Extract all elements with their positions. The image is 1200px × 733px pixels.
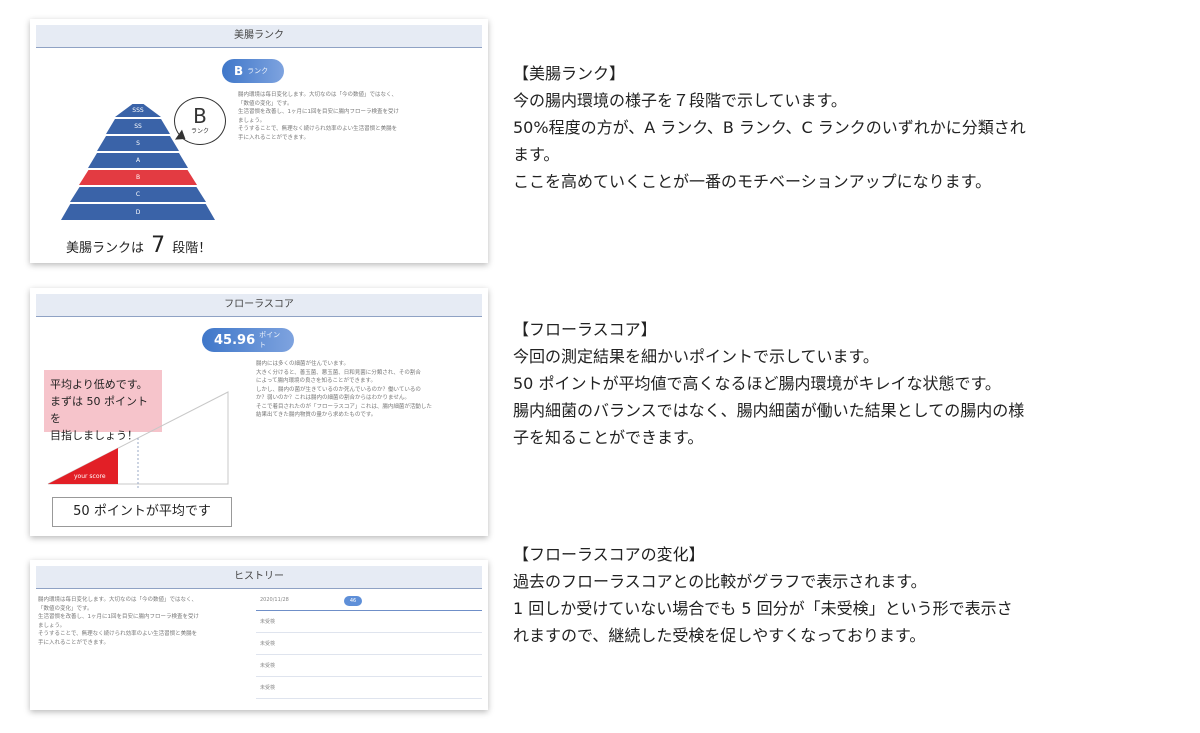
rank-bottom-label: 美腸ランクは 7 段階！ [66, 233, 212, 258]
bubble-letter: B [193, 104, 207, 128]
explain-rank: 【美腸ランク】 今の腸内環境の様子を７段階で示しています。 50%程度の方が、A… [513, 60, 1173, 195]
explain-line: 50%程度の方が、A ランク、B ランク、C ランクのいずれかに分類され [513, 118, 1026, 137]
history-description: 腸内環境は毎日変化します。大切なのは「今の数値」ではなく、 「数値の変化」です。… [38, 597, 200, 646]
average-callout: 50 ポイントが平均です [52, 497, 232, 527]
explain-line: 1 回しか受けていない場合でも 5 回分が「未受検」という形で表示さ [513, 599, 1013, 618]
explain-line: 子を知ることができます。 [513, 428, 704, 447]
history-row[interactable]: 未受検 [256, 612, 482, 633]
flora-score-card: フローラスコア 45.96 ポイント 平均より低めです。 まずは 50 ポイント… [30, 288, 488, 536]
explain-line: 過去のフローラスコアとの比較がグラフで表示されます。 [513, 572, 927, 591]
card-header: ヒストリー [36, 566, 482, 589]
explain-flora-history: 【フローラスコアの変化】 過去のフローラスコアとの比較がグラフで表示されます。 … [513, 541, 1173, 649]
pyramid-layer: B [79, 170, 197, 185]
pyramid-layer: A [88, 153, 188, 168]
rank-pyramid: SSS SS S A B C D [30, 19, 260, 263]
score-description: 腸内には多くの細菌が住んでいます。 大きく分けると、善玉菌、悪玉菌、日和見菌に分… [256, 361, 432, 418]
pyramid-layer: D [61, 204, 215, 220]
your-score-label: your score [74, 473, 106, 480]
bichou-rank-card: 美腸ランク B ランク SSS SS S A B C D B ランク 美腸ランク… [30, 19, 488, 263]
explain-line: 今回の測定結果を細かいポイントで示しています。 [513, 347, 879, 366]
explain-line: れますので、継続した受検を促しやすくなっております。 [513, 626, 926, 645]
explain-title: 【フローラスコア】 [513, 320, 657, 339]
rank-description: 腸内環境は毎日変化します。大切なのは「今の数値」ではなく、 「数値の変化」です。… [238, 92, 400, 141]
history-row[interactable]: 未受検 [256, 634, 482, 655]
pyramid-layer: C [70, 187, 206, 202]
history-card: ヒストリー 腸内環境は毎日変化します。大切なのは「今の数値」ではなく、 「数値の… [30, 560, 488, 710]
history-row[interactable]: 未受検 [256, 678, 482, 699]
history-value-pill: 46 [344, 596, 362, 606]
pyramid-layer: SS [106, 119, 170, 134]
explain-title: 【美腸ランク】 [513, 64, 626, 83]
pyramid-layer: SSS [115, 104, 161, 117]
explain-line: 今の腸内環境の様子を７段階で示しています。 [513, 91, 847, 110]
explain-line: ます。 [513, 145, 560, 164]
explain-line: ここを高めていくことが一番のモチベーションアップになります。 [513, 172, 992, 191]
pyramid-layer: S [97, 136, 179, 151]
explain-line: 50 ポイントが平均値で高くなるほど腸内環境がキレイな状態です。 [513, 374, 1001, 393]
history-row[interactable]: 2020/11/28 46 [256, 590, 482, 611]
explain-flora-score: 【フローラスコア】 今回の測定結果を細かいポイントで示しています。 50 ポイン… [513, 316, 1173, 451]
history-row[interactable]: 未受検 [256, 656, 482, 677]
explain-line: 腸内細菌のバランスではなく、腸内細菌が働いた結果としての腸内の様 [513, 401, 1025, 420]
explain-title: 【フローラスコアの変化】 [513, 545, 705, 564]
